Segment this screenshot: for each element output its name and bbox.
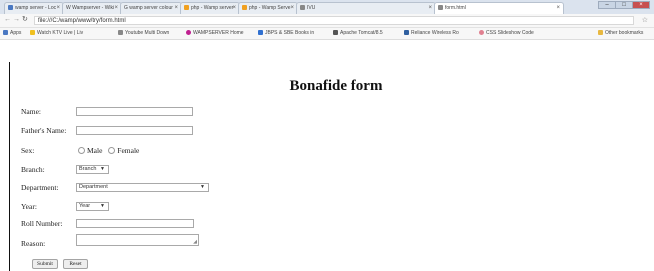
reload-icon[interactable]: ↻ — [22, 16, 28, 24]
url-text: file:///C:/wamp/www/try/form.html — [38, 18, 126, 24]
close-tab-icon[interactable]: × — [174, 3, 178, 14]
chevron-down-icon: ▼ — [100, 166, 105, 172]
close-tab-icon[interactable]: × — [56, 3, 60, 14]
browser-tab-3[interactable]: G wamp server colour × — [120, 2, 182, 14]
close-tab-icon[interactable]: × — [290, 3, 294, 14]
year-label: Year: — [21, 202, 37, 211]
bookmark-favicon-icon — [333, 30, 338, 35]
male-radio[interactable] — [78, 147, 85, 154]
bookmark-favicon-icon — [118, 30, 123, 35]
browser-tab-5[interactable]: php - Wamp Serve × — [238, 2, 298, 14]
chevron-down-icon: ▼ — [200, 184, 205, 190]
reason-label: Reason: — [21, 239, 46, 248]
bookmark-favicon-icon — [30, 30, 35, 35]
close-tab-icon[interactable]: × — [428, 3, 432, 14]
close-window-button[interactable]: × — [632, 1, 650, 9]
reset-button[interactable]: Reset — [63, 259, 88, 269]
bookmark-favicon-icon — [186, 30, 191, 35]
roll-number-label: Roll Number: — [21, 219, 63, 228]
page-title: Bonafide form — [289, 78, 383, 94]
resize-grip-icon[interactable]: ◢ — [193, 240, 197, 245]
department-label: Department: — [21, 183, 59, 192]
submit-button[interactable]: Submit — [32, 259, 58, 269]
bookmark-other[interactable]: Other bookmarks — [598, 30, 643, 37]
close-tab-icon[interactable]: × — [114, 3, 118, 14]
tab-favicon-icon — [8, 5, 13, 10]
tab-bar: wamp server - Loc × W Wampserver - Wiki × … — [0, 0, 654, 14]
close-tab-icon[interactable]: × — [556, 3, 560, 14]
maximize-button[interactable]: □ — [615, 1, 633, 9]
bookmark-star-icon[interactable]: ☆ — [642, 16, 648, 24]
bookmark-item[interactable]: WAMPSERVER Home — [186, 30, 244, 37]
close-tab-icon[interactable]: × — [232, 3, 236, 14]
tab-favicon-icon — [300, 5, 305, 10]
female-radio[interactable] — [108, 147, 116, 154]
browser-tab-6[interactable]: IVU × — [296, 2, 436, 14]
tab-favicon-icon — [184, 5, 189, 10]
name-label: Name: — [21, 107, 41, 116]
minimize-button[interactable]: – — [598, 1, 616, 9]
address-bar: ← → ↻ file:///C:/wamp/www/try/form.html … — [0, 14, 654, 28]
father-name-label: Father's Name: — [21, 126, 67, 135]
tab-favicon-icon — [242, 5, 247, 10]
male-label: Male — [87, 146, 103, 155]
browser-tab-4[interactable]: php - Wamp server × — [180, 2, 240, 14]
bookmark-apps[interactable]: Apps — [3, 30, 21, 37]
bookmark-item[interactable]: Reliance Wireless Ro — [404, 30, 459, 37]
bookmark-item[interactable]: Watch KTV Live | Liv — [30, 30, 83, 37]
bookmark-favicon-icon — [479, 30, 484, 35]
url-input[interactable]: file:///C:/wamp/www/try/form.html — [34, 16, 634, 25]
bookmark-item[interactable]: Apache Tomcat/8.5 — [333, 30, 383, 37]
browser-tab-active[interactable]: form.html × — [434, 2, 564, 14]
roll-number-input[interactable] — [76, 219, 194, 228]
forward-icon[interactable]: → — [13, 16, 20, 24]
apps-icon — [3, 30, 8, 35]
bookmark-favicon-icon — [258, 30, 263, 35]
name-input[interactable] — [76, 107, 193, 116]
bookmark-item[interactable]: Youtube Multi Down — [118, 30, 169, 37]
browser-tab-1[interactable]: wamp server - Loc × — [4, 2, 64, 14]
chevron-down-icon: ▼ — [100, 203, 105, 209]
bookmark-item[interactable]: CSS Slideshow Code — [479, 30, 534, 37]
year-select[interactable]: Year ▼ — [76, 202, 109, 211]
folder-icon — [598, 30, 603, 35]
back-icon[interactable]: ← — [4, 16, 11, 24]
father-name-input[interactable] — [76, 126, 193, 135]
department-select[interactable]: Department ▼ — [76, 183, 209, 192]
sex-radio-group: Male Female — [78, 146, 139, 155]
bookmark-favicon-icon — [404, 30, 409, 35]
female-label: Female — [117, 146, 140, 155]
browser-tab-2[interactable]: W Wampserver - Wiki × — [62, 2, 122, 14]
bookmarks-bar: Apps Watch KTV Live | Liv Youtube Multi … — [0, 28, 654, 40]
sex-label: Sex: — [21, 146, 35, 155]
reason-textarea[interactable]: ◢ — [76, 234, 199, 246]
bookmark-item[interactable]: JBPS & SBE Books in — [258, 30, 314, 37]
branch-select[interactable]: Branch ▼ — [76, 165, 109, 174]
branch-label: Branch: — [21, 165, 45, 174]
tab-favicon-icon — [438, 5, 443, 10]
